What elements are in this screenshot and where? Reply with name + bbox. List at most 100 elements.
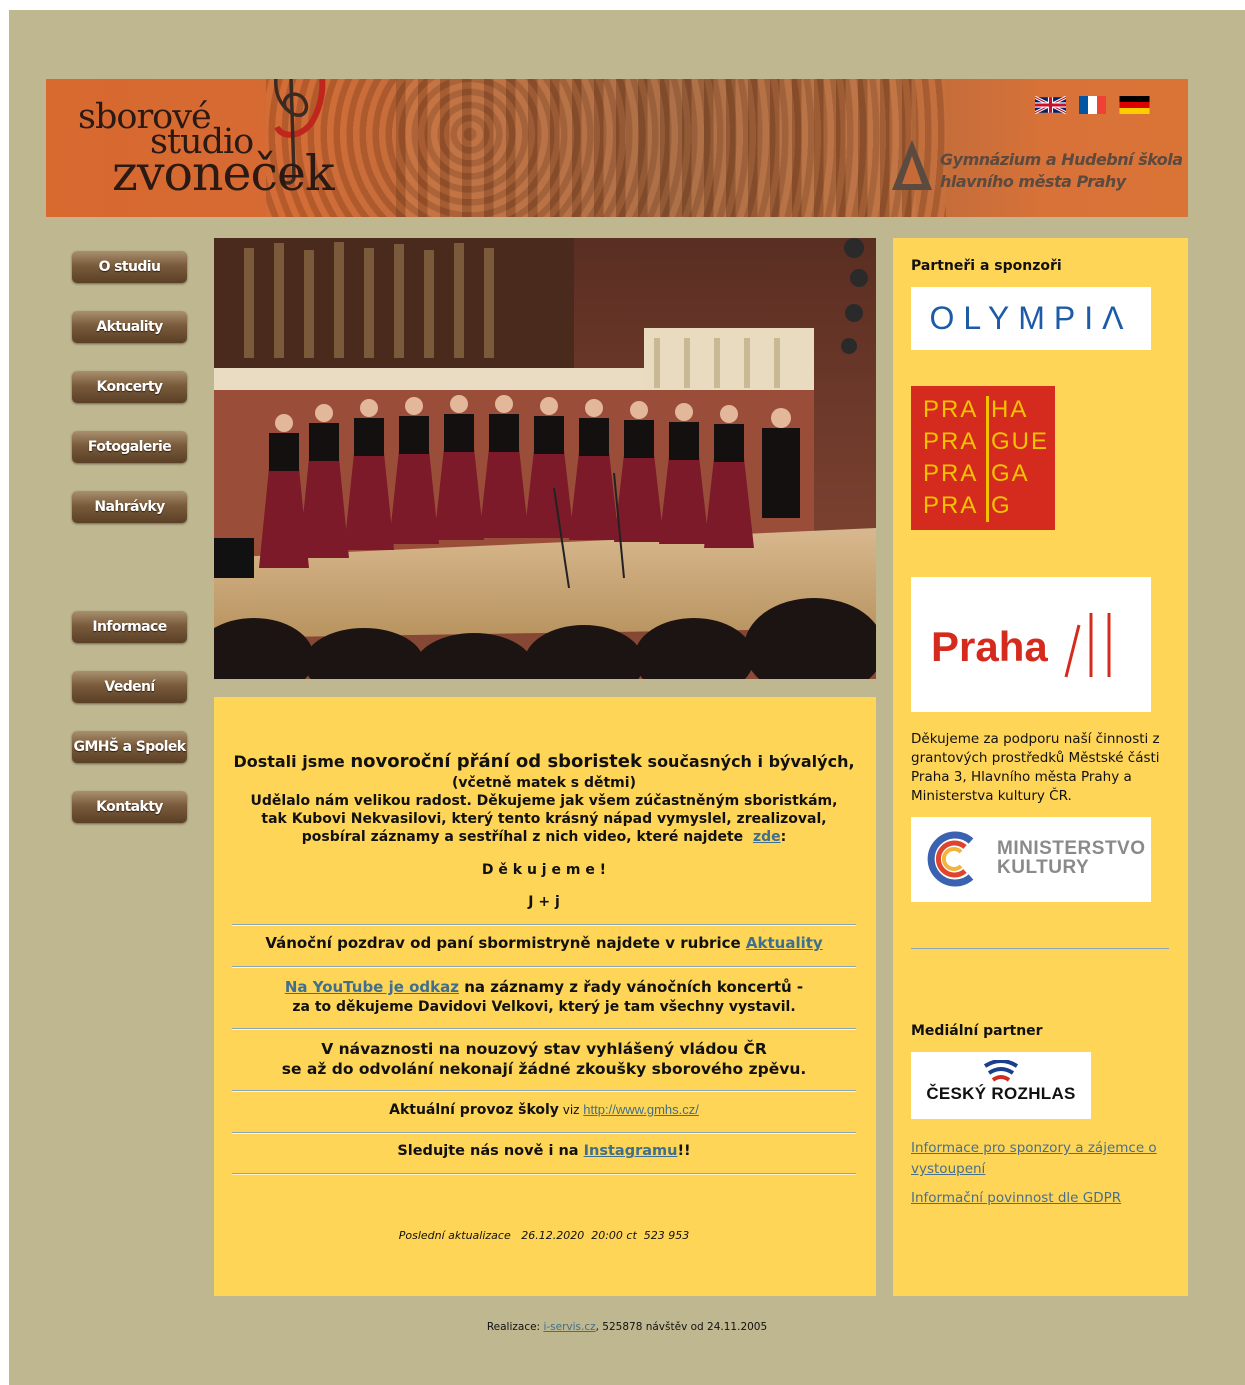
nav-o-studiu[interactable]: O studiu <box>72 251 187 283</box>
logo-text-zvonecek: zvoneček <box>112 145 335 202</box>
gdpr-link-wrapper: Informační povinnost dle GDPR <box>911 1187 1171 1208</box>
divider <box>232 1132 856 1134</box>
praha-logo-right-row: GA <box>991 460 1030 487</box>
nav-nahravky[interactable]: Nahrávky <box>72 491 187 523</box>
choir-concert-photo <box>214 238 876 679</box>
ministry-logo-text: MINISTERSTVO KULTURY <box>997 839 1146 877</box>
cesky-rozhlas-logo[interactable]: ČESKÝ ROZHLAS <box>911 1052 1091 1119</box>
news-instagram: Sledujte nás nově i na Instagramu!! <box>232 1143 856 1159</box>
news5-viz: viz <box>558 1103 584 1117</box>
news1-text: Dostali jsme <box>233 752 351 771</box>
news3-line2: za to děkujeme Davidovi Velkovi, který j… <box>292 999 796 1015</box>
praha3-logo-text: Praha <box>931 623 1048 670</box>
media-partner-heading: Mediální partner <box>911 1023 1043 1039</box>
sponsors-sidebar: Partneři a sponzoři OLYMPIΛ PRA PRA PRA … <box>893 238 1188 1296</box>
praha-logo-right-row: GUE <box>991 428 1050 455</box>
news4-line1: V návaznosti na nouzový stav vyhlášený v… <box>321 1040 767 1058</box>
news3-text: na záznamy z řady vánočních koncertů - <box>458 978 804 996</box>
news1-colon: : <box>780 829 787 845</box>
divider <box>232 1173 856 1175</box>
news-youtube: Na YouTube je odkaz na záznamy z řady vá… <box>232 977 856 1017</box>
video-link-zde[interactable]: zde <box>753 829 781 845</box>
ministry-of-culture-logo[interactable]: MINISTERSTVO KULTURY <box>911 817 1151 902</box>
footer: Realizace: i-servis.cz, 525878 návštěv o… <box>9 1321 1245 1333</box>
praha-logo-left: PRA PRA PRA PRA <box>923 394 978 522</box>
aktuality-link[interactable]: Aktuality <box>746 934 823 952</box>
youtube-link[interactable]: Na YouTube je odkaz <box>285 978 459 996</box>
i-servis-link[interactable]: i-servis.cz <box>543 1321 595 1333</box>
praha-logo-left-row: PRA <box>923 396 979 423</box>
news-school-operation: Aktuální provoz školy viz http://www.gmh… <box>232 1102 856 1118</box>
france-flag-icon[interactable] <box>1077 96 1108 114</box>
news5-text: Aktuální provoz školy <box>389 1102 559 1118</box>
praha-logo-left-row: PRA <box>923 492 979 519</box>
gmhs-logo-icon[interactable] <box>890 138 934 192</box>
news1-highlight: novoroční přání od sboristek <box>350 751 642 772</box>
news-new-year: Dostali jsme novoroční přání od sboriste… <box>232 752 856 771</box>
praha-city-logo[interactable]: PRA PRA PRA PRA HA GUE GA G <box>911 386 1055 530</box>
gdpr-link[interactable]: Informační povinnost dle GDPR <box>911 1190 1121 1206</box>
news6-end: !! <box>677 1143 691 1159</box>
divider <box>232 924 856 926</box>
school-name-line1: Gymnázium a Hudební škola <box>940 150 1183 169</box>
praha3-stripes-icon <box>1064 613 1111 678</box>
news-panel: Dostali jsme novoroční přání od sboriste… <box>214 697 876 1296</box>
signature-text: J + j <box>528 894 560 910</box>
olympia-logo[interactable]: OLYMPIΛ <box>911 287 1151 350</box>
news1-line5-text: posbíral záznamy a sestříhal z nich vide… <box>301 829 744 845</box>
sponsor-info-link[interactable]: Informace pro sponzory a zájemce o vysto… <box>911 1140 1157 1177</box>
praha-logo-right-row: HA <box>991 396 1029 423</box>
news1-line3: Udělalo nám velikou radost. Děkujeme jak… <box>250 793 838 809</box>
language-switcher <box>1035 96 1150 114</box>
rozhlas-wave-icon <box>983 1060 1019 1082</box>
sidebar-divider <box>911 948 1169 949</box>
nav-gmhs-a-spolek[interactable]: GMHŠ a Spolek <box>72 731 187 763</box>
divider <box>232 966 856 968</box>
nav-aktuality[interactable]: Aktuality <box>72 311 187 343</box>
ministry-line1: MINISTERSTVO <box>997 838 1146 859</box>
last-update: Poslední aktualizace 26.12.2020 20:00 ct… <box>398 1229 690 1242</box>
news1-text-end: současných i bývalých, <box>641 752 855 771</box>
news-christmas-greeting: Vánoční pozdrav od paní sbormistryně naj… <box>232 934 856 952</box>
praha3-logo[interactable]: Praha <box>911 577 1151 712</box>
news4-line2: se až do odvolání nekonají žádné zkoušky… <box>281 1060 807 1078</box>
nav-kontakty[interactable]: Kontakty <box>72 791 187 823</box>
nav-vedeni[interactable]: Vedení <box>72 671 187 703</box>
olympia-logo-text: OLYMPIΛ <box>929 300 1133 336</box>
news3-line1: Na YouTube je odkaz na záznamy z řady vá… <box>232 977 856 997</box>
praha-logo-right: HA GUE GA G <box>991 394 1049 522</box>
news1-body: (včetně matek s dětmi) Udělalo nám velik… <box>232 774 856 846</box>
news6-text: Sledujte nás nově i na <box>397 1143 584 1159</box>
sponsor-info-wrapper: Informace pro sponzory a zájemce o vysto… <box>911 1137 1171 1179</box>
page: sborové studio zvoneček Gymnázium a Hude <box>9 10 1245 1385</box>
header-banner: sborové studio zvoneček Gymnázium a Hude <box>46 79 1188 217</box>
news1-line4: tak Kubovi Nekvasilovi, který tento krás… <box>261 811 827 827</box>
gmhs-website-link[interactable]: http://www.gmhs.cz/ <box>583 1102 699 1117</box>
praha-logo-divider <box>986 396 989 522</box>
news-emergency: V návaznosti na nouzový stav vyhlášený v… <box>232 1039 856 1079</box>
praha-logo-right-row: G <box>991 492 1012 519</box>
nav-informace[interactable]: Informace <box>72 611 187 643</box>
ministry-c-icon <box>927 831 974 887</box>
germany-flag-icon[interactable] <box>1119 96 1150 114</box>
praha-logo-left-row: PRA <box>923 428 979 455</box>
nav-koncerty[interactable]: Koncerty <box>72 371 187 403</box>
thanks-text: D ě k u j e m e ! <box>481 862 607 878</box>
partners-heading: Partneři a sponzoři <box>911 258 1062 274</box>
news1-line5: posbíral záznamy a sestříhal z nich vide… <box>232 828 856 846</box>
news2-text: Vánoční pozdrav od paní sbormistryně naj… <box>265 934 746 952</box>
footer-prefix: Realizace: <box>486 1321 544 1333</box>
uk-flag-icon[interactable] <box>1035 96 1066 114</box>
divider <box>232 1028 856 1030</box>
grant-thanks-text: Děkujeme za podporu naší činnosti z gran… <box>911 731 1160 804</box>
instagram-link[interactable]: Instagramu <box>584 1143 678 1159</box>
choir-background-overlay <box>396 79 916 217</box>
cesky-rozhlas-text: ČESKÝ ROZHLAS <box>926 1084 1076 1103</box>
school-name-line2: hlavního města Prahy <box>940 172 1126 191</box>
divider <box>232 1090 856 1092</box>
nav-fotogalerie[interactable]: Fotogalerie <box>72 431 187 463</box>
praha-logo-left-row: PRA <box>923 460 979 487</box>
school-name-link[interactable]: Gymnázium a Hudební škola hlavního města… <box>940 149 1183 193</box>
news1-line2: (včetně matek s dětmi) <box>452 775 636 791</box>
footer-visits: , 525878 návštěv od 24.11.2005 <box>595 1321 768 1333</box>
